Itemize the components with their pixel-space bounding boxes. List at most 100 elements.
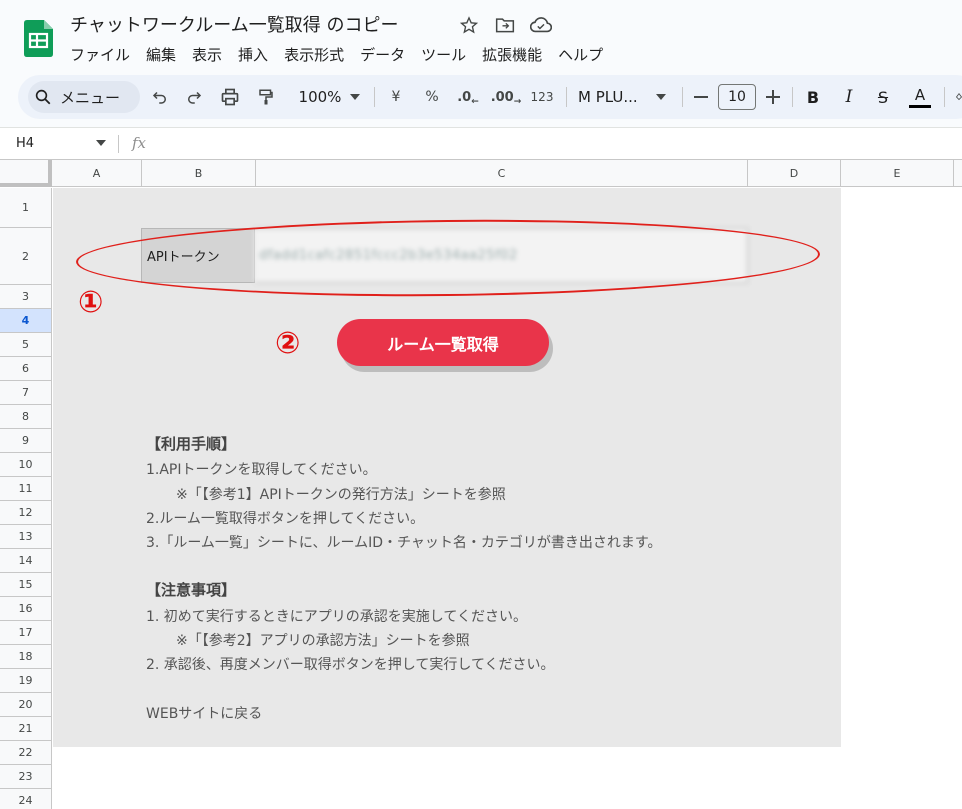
menu-search-box[interactable]: メニュー: [28, 81, 140, 113]
col-header-e[interactable]: E: [841, 160, 954, 187]
decrease-decimal-label: .0: [457, 89, 472, 105]
row-header-15[interactable]: 15: [0, 573, 52, 597]
star-icon[interactable]: [458, 14, 480, 36]
menu-data[interactable]: データ: [352, 42, 413, 67]
annotation-marker-2: ②: [275, 326, 301, 361]
usage-heading: 【利用手順】: [146, 435, 237, 453]
text-color-swatch: [909, 104, 931, 108]
menu-edit[interactable]: 編集: [138, 42, 184, 67]
row-header-4[interactable]: 4: [0, 309, 52, 333]
bold-button[interactable]: B: [802, 75, 824, 119]
row-header-6[interactable]: 6: [0, 357, 52, 381]
percent-label: %: [425, 89, 439, 105]
strikethrough-label: S: [877, 87, 889, 107]
usage-step-3: 3.「ルーム一覧」シートに、ルームID・チャット名・カテゴリが書き出されます。: [146, 535, 662, 551]
menu-insert[interactable]: 挿入: [230, 42, 276, 67]
usage-step-2: 2.ルーム一覧取得ボタンを押してください。: [146, 511, 425, 527]
row-header-21[interactable]: 21: [0, 717, 52, 741]
font-select[interactable]: M PLU...: [578, 75, 656, 119]
search-icon: [35, 89, 51, 105]
menu-format[interactable]: 表示形式: [276, 42, 352, 67]
col-header-d[interactable]: D: [748, 160, 841, 187]
move-folder-icon[interactable]: [494, 14, 516, 36]
percent-button[interactable]: %: [420, 75, 444, 119]
menu-search-label: メニュー: [60, 88, 121, 107]
currency-label: ¥: [391, 89, 401, 105]
formula-input[interactable]: [160, 132, 940, 156]
annotation-marker-1: ①: [78, 285, 104, 320]
row-header-23[interactable]: 23: [0, 765, 52, 789]
menu-help[interactable]: ヘルプ: [550, 42, 611, 67]
arrow-right-icon: →: [513, 97, 522, 107]
row-header-12[interactable]: 12: [0, 501, 52, 525]
zoom-select[interactable]: 100%: [290, 75, 350, 119]
cloud-saved-icon[interactable]: [530, 14, 552, 36]
row-header-7[interactable]: 7: [0, 381, 52, 405]
row-header-10[interactable]: 10: [0, 453, 52, 477]
note-1-reference: ※「【参考2】アプリの承認方法」シートを参照: [176, 633, 470, 649]
italic-button[interactable]: I: [838, 75, 860, 119]
row-header-11[interactable]: 11: [0, 477, 52, 501]
row-header-17[interactable]: 17: [0, 621, 52, 645]
menu-file[interactable]: ファイル: [62, 42, 138, 67]
row-header-20[interactable]: 20: [0, 693, 52, 717]
menu-extensions[interactable]: 拡張機能: [474, 42, 550, 67]
font-size-increase-icon[interactable]: [762, 75, 784, 119]
sheets-logo-icon[interactable]: [24, 20, 53, 57]
fx-icon: fx: [132, 134, 147, 152]
strikethrough-button[interactable]: S: [872, 75, 894, 119]
undo-icon[interactable]: [146, 75, 174, 119]
font-size-input[interactable]: 10: [718, 84, 756, 110]
text-color-label: A: [914, 85, 926, 104]
row-header-9[interactable]: 9: [0, 429, 52, 453]
row-header-2[interactable]: 2: [0, 228, 52, 285]
increase-decimal-label: .00: [490, 89, 514, 105]
row-header-5[interactable]: 5: [0, 333, 52, 357]
row-header-22[interactable]: 22: [0, 741, 52, 765]
row-header-13[interactable]: 13: [0, 525, 52, 549]
paint-format-icon[interactable]: [252, 75, 280, 119]
col-header-a[interactable]: A: [52, 160, 142, 187]
title-bar: チャットワークルーム一覧取得 のコピー ファイル 編集 表示 挿入 表示形式 デ…: [0, 0, 962, 74]
zoom-dropdown-icon[interactable]: [346, 75, 364, 119]
usage-step-1-note: ※「【参考1】APIトークンの発行方法」シートを参照: [176, 487, 506, 503]
currency-button[interactable]: ¥: [384, 75, 408, 119]
name-box[interactable]: H4: [16, 136, 34, 151]
font-dropdown-icon[interactable]: [652, 75, 670, 119]
usage-step-1: 1.APIトークンを取得してください。: [146, 462, 377, 478]
italic-label: I: [845, 87, 853, 107]
col-header-f[interactable]: [954, 160, 962, 187]
row-header-24[interactable]: 24: [0, 789, 52, 809]
decrease-decimal-button[interactable]: .0 ←: [454, 75, 482, 119]
col-header-b[interactable]: B: [142, 160, 256, 187]
row-header-1[interactable]: 1: [0, 188, 52, 228]
col-header-c[interactable]: C: [256, 160, 748, 187]
name-box-dropdown-icon[interactable]: [96, 140, 106, 146]
font-name: M PLU...: [578, 88, 638, 106]
menu-tools[interactable]: ツール: [413, 42, 474, 67]
row-header-3[interactable]: 3: [0, 285, 52, 309]
redo-icon[interactable]: [180, 75, 208, 119]
row-header-14[interactable]: 14: [0, 549, 52, 573]
back-to-website-link[interactable]: WEBサイトに戻る: [146, 703, 262, 723]
document-title[interactable]: チャットワークルーム一覧取得 のコピー: [70, 11, 398, 37]
row-header-16[interactable]: 16: [0, 597, 52, 621]
print-icon[interactable]: [216, 75, 244, 119]
select-all-corner[interactable]: [0, 160, 52, 187]
note-2: 2. 承認後、再度メンバー取得ボタンを押して実行してください。: [146, 657, 555, 673]
menu-bar: ファイル 編集 表示 挿入 表示形式 データ ツール 拡張機能 ヘルプ: [62, 42, 611, 67]
formula-bar: H4 fx: [0, 127, 962, 160]
number-format-button[interactable]: 123: [526, 75, 558, 119]
zoom-value: 100%: [298, 88, 342, 106]
text-color-button[interactable]: A: [908, 75, 932, 119]
menu-view[interactable]: 表示: [184, 42, 230, 67]
note-1: 1. 初めて実行するときにアプリの承認を実施してください。: [146, 609, 527, 625]
fill-color-icon[interactable]: [954, 75, 962, 119]
increase-decimal-button[interactable]: .00 →: [490, 75, 522, 119]
font-size-decrease-icon[interactable]: [690, 75, 712, 119]
arrow-left-icon: ←: [471, 97, 479, 107]
row-header-8[interactable]: 8: [0, 405, 52, 429]
row-header-18[interactable]: 18: [0, 645, 52, 669]
row-header-19[interactable]: 19: [0, 669, 52, 693]
get-room-list-button[interactable]: ルーム一覧取得: [337, 319, 549, 366]
